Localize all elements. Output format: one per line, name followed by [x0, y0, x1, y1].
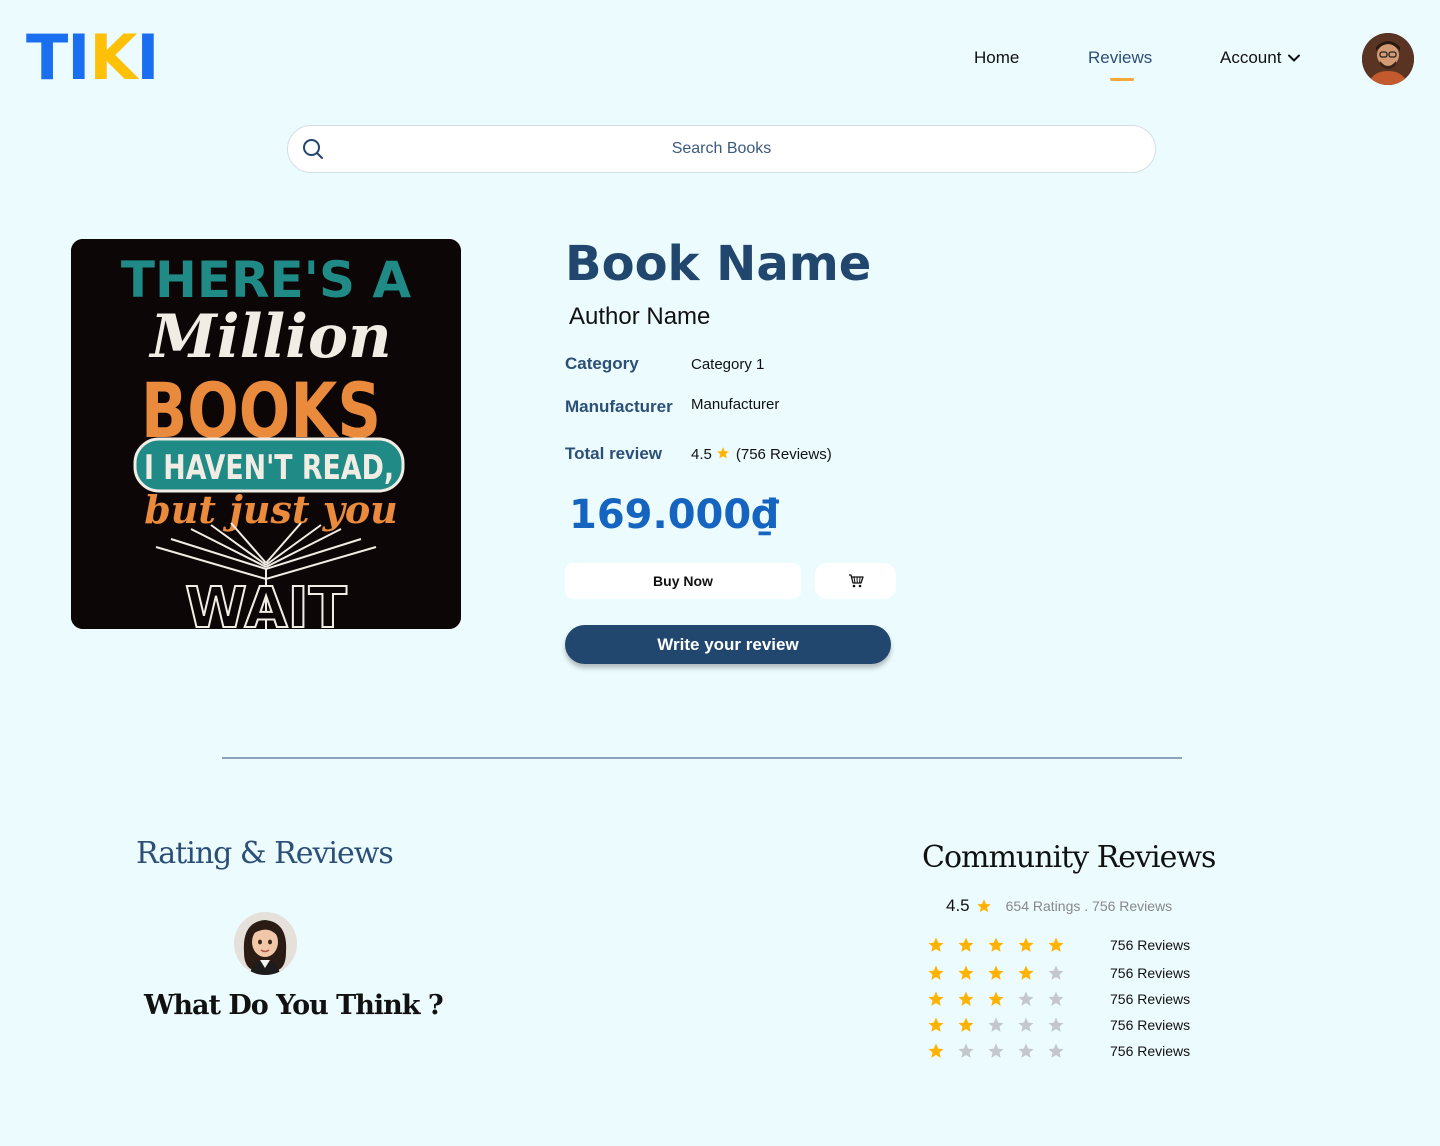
chevron-down-icon: [1288, 54, 1301, 62]
tiki-logo[interactable]: TIKI: [26, 21, 160, 94]
book-price: 169.000₫: [569, 492, 780, 538]
star-icon: [988, 965, 1004, 980]
average-rating: 4.5: [946, 896, 970, 915]
svg-text:I HAVEN'T READ,: I HAVEN'T READ,: [144, 448, 394, 488]
book-title: Book Name: [565, 236, 872, 292]
star-icon: [976, 899, 991, 913]
write-review-button[interactable]: Write your review: [565, 625, 891, 664]
category-value: Category 1: [691, 356, 765, 373]
book-cover-art: THERE'S A Million BOOKS I HAVEN'T READ, …: [71, 239, 461, 629]
nav-reviews-label: Reviews: [1088, 48, 1153, 67]
manufacturer-label: Manufacturer: [565, 397, 673, 416]
star-row[interactable]: [927, 1016, 1077, 1034]
star-icon: [928, 1017, 944, 1032]
star-row[interactable]: [927, 936, 1077, 954]
search-bar: [287, 125, 1156, 173]
star-icon: [1048, 1043, 1064, 1058]
search-icon[interactable]: [302, 138, 324, 160]
star-icon: [928, 937, 944, 952]
user-avatar[interactable]: [1362, 33, 1414, 85]
star-icon: [958, 991, 974, 1006]
nav-home-link[interactable]: Home: [974, 48, 1019, 68]
star-icon: [1048, 965, 1064, 980]
star-row-count: 756 Reviews: [1110, 937, 1191, 953]
star-icon: [988, 991, 1004, 1006]
star-icon: [928, 965, 944, 980]
star-icon: [1048, 1017, 1064, 1032]
search-input[interactable]: [288, 126, 1155, 172]
what-do-you-think-prompt: What Do You Think ?: [144, 990, 444, 1021]
reviewer-avatar-image: [234, 912, 297, 975]
rating-value: 4.5: [691, 446, 712, 463]
star-icon: [1018, 937, 1034, 952]
star-icon: [1018, 1043, 1034, 1058]
active-tab-indicator: [1110, 78, 1134, 81]
star-row-count: 756 Reviews: [1110, 965, 1191, 981]
star-row-count: 756 Reviews: [1110, 1017, 1191, 1033]
buy-now-button[interactable]: Buy Now: [565, 563, 801, 599]
star-row[interactable]: [927, 1042, 1077, 1060]
star-icon: [958, 965, 974, 980]
manufacturer-value: Manufacturer: [691, 396, 780, 413]
cart-icon: [848, 574, 864, 588]
reviewer-avatar[interactable]: [234, 912, 297, 975]
nav-reviews-link[interactable]: Reviews: [1088, 48, 1153, 81]
add-to-cart-button[interactable]: [815, 563, 896, 599]
nav-account-label: Account: [1220, 48, 1282, 67]
star-row-count: 756 Reviews: [1110, 1043, 1191, 1059]
section-divider: [222, 757, 1182, 759]
star-icon: [988, 1017, 1004, 1032]
category-label: Category: [565, 354, 639, 373]
community-reviews-heading: Community Reviews: [922, 840, 1216, 875]
ratings-meta: 654 Ratings . 756 Reviews: [1005, 898, 1173, 914]
star-row[interactable]: [927, 964, 1077, 982]
star-icon: [717, 447, 729, 459]
nav-account-dropdown[interactable]: Account: [1220, 48, 1301, 68]
svg-text:THERE'S A: THERE'S A: [121, 251, 411, 309]
logo-text: TIKI: [26, 21, 160, 94]
star-icon: [928, 1043, 944, 1058]
review-count: (756 Reviews): [735, 446, 832, 463]
star-icon: [958, 937, 974, 952]
star-icon: [928, 991, 944, 1006]
book-author: Author Name: [569, 303, 711, 330]
community-summary: 4.5 654 Ratings . 756 Reviews: [946, 896, 1172, 916]
svg-text:but just you: but just you: [144, 487, 398, 532]
star-icon: [988, 1043, 1004, 1058]
star-icon: [1048, 937, 1064, 952]
star-icon: [958, 1043, 974, 1058]
star-icon: [1018, 991, 1034, 1006]
star-icon: [988, 937, 1004, 952]
star-icon: [958, 1017, 974, 1032]
star-icon: [1018, 1017, 1034, 1032]
star-icon: [1048, 991, 1064, 1006]
total-review-value: 4.5 (756 Reviews): [691, 446, 832, 463]
user-avatar-image: [1362, 33, 1414, 85]
total-review-label: Total review: [565, 444, 662, 463]
svg-text:Million: Million: [148, 302, 391, 372]
book-cover: THERE'S A Million BOOKS I HAVEN'T READ, …: [71, 239, 461, 629]
star-icon: [1018, 965, 1034, 980]
star-row[interactable]: [927, 990, 1077, 1008]
star-row-count: 756 Reviews: [1110, 991, 1191, 1007]
svg-text:WAIT: WAIT: [185, 576, 347, 629]
rating-reviews-heading: Rating & Reviews: [136, 836, 394, 871]
